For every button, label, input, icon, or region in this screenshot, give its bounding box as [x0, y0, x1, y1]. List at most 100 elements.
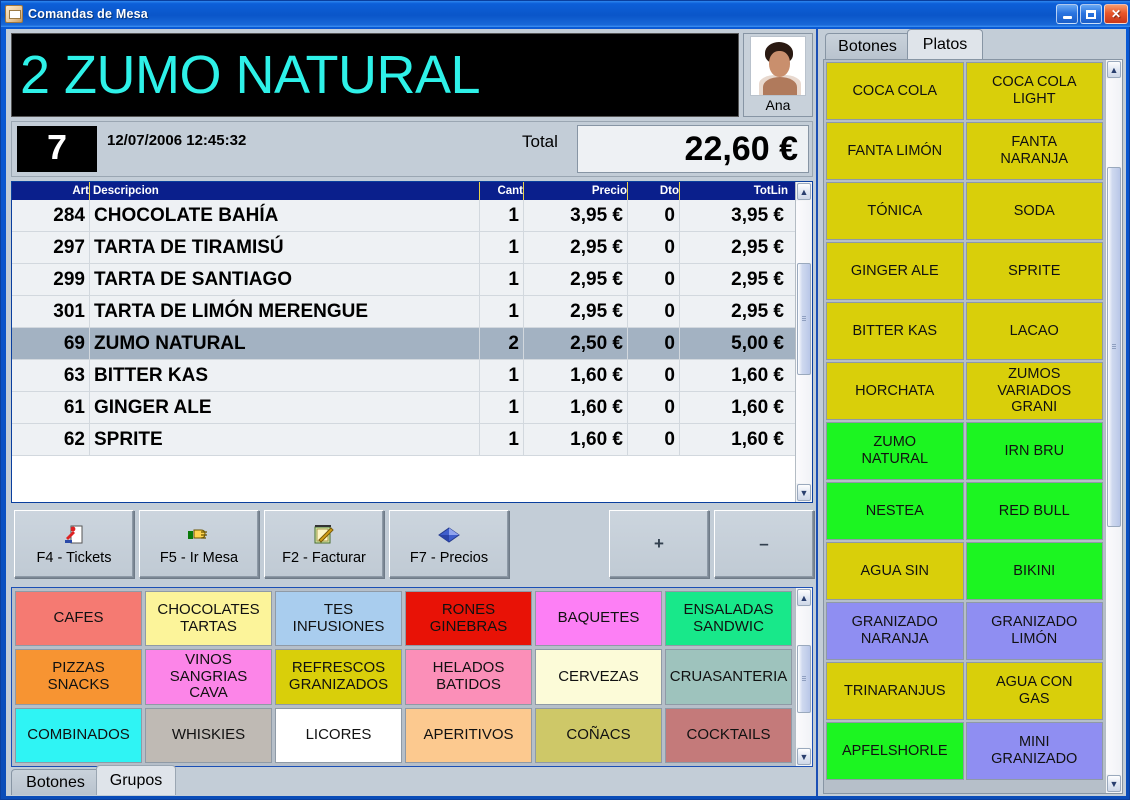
category-button[interactable]: RONES GINEBRAS [405, 591, 532, 647]
column-header-descripcion[interactable]: Descripcion [90, 182, 480, 200]
table-number-value: 7 [46, 128, 68, 170]
table-row[interactable]: 301 TARTA DE LIMÓN MERENGUE 1 2,95 €0 2,95 € [12, 296, 795, 328]
order-table-body[interactable]: 284 CHOCOLATE BAHÍA 1 3,95 €0 3,95 €297 TARTA… [12, 200, 795, 502]
product-button[interactable]: SODA [965, 182, 1103, 240]
scroll-up-icon[interactable]: ▲ [797, 183, 811, 200]
product-button[interactable]: AGUA CON GAS [965, 662, 1103, 720]
table-row[interactable]: 284 CHOCOLATE BAHÍA 1 3,95 €0 3,95 € [12, 200, 795, 232]
maximize-button[interactable] [1080, 4, 1102, 24]
scroll-up-icon[interactable]: ▲ [797, 589, 811, 606]
tab-grupos[interactable]: Grupos [96, 765, 176, 795]
product-button[interactable]: GRANIZADO LIMÓN [965, 602, 1103, 660]
column-header-precio[interactable]: Precio [524, 182, 628, 200]
table-row[interactable]: 297 TARTA DE TIRAMISÚ 1 2,95 €0 2,95 € [12, 232, 795, 264]
scroll-thumb[interactable] [1107, 167, 1121, 527]
product-button[interactable]: MINI GRANIZADO [965, 722, 1103, 780]
cell-art: 61 [12, 392, 90, 423]
product-button[interactable]: FANTA NARANJA [965, 122, 1103, 180]
category-button[interactable]: CERVEZAS [535, 649, 662, 705]
product-button[interactable]: FANTA LIMÓN [826, 122, 964, 180]
function-button-f2[interactable]: F2 - Facturar [264, 510, 384, 578]
category-button[interactable]: APERITIVOS [405, 707, 532, 763]
table-row[interactable]: 61 GINGER ALE 1 1,60 €0 1,60 € [12, 392, 795, 424]
product-button[interactable]: COCA COLA [826, 62, 964, 120]
category-button[interactable]: CAFES [15, 591, 142, 647]
product-button[interactable]: NESTEA [826, 482, 964, 540]
category-button[interactable]: WHISKIES [145, 707, 272, 763]
plus-button[interactable]: + [609, 510, 709, 578]
product-button[interactable]: SPRITE [965, 242, 1103, 300]
order-table-scrollbar[interactable]: ▲ ▼ [795, 182, 812, 502]
product-button[interactable]: GINGER ALE [826, 242, 964, 300]
scroll-up-icon[interactable]: ▲ [1107, 61, 1121, 78]
minimize-button[interactable] [1056, 4, 1078, 24]
product-tab-botones[interactable]: Botones [825, 33, 910, 59]
scroll-down-icon[interactable]: ▼ [1107, 775, 1121, 792]
cell-precio: 1,60 € [524, 424, 628, 455]
tab-botones[interactable]: Botones [11, 769, 100, 795]
category-button[interactable]: VINOS SANGRIAS CAVA [145, 649, 272, 705]
product-button[interactable]: IRN BRU [965, 422, 1103, 480]
cell-desc: TARTA DE SANTIAGO [90, 264, 480, 295]
product-button[interactable]: COCA COLA LIGHT [965, 62, 1103, 120]
scroll-track[interactable] [796, 607, 812, 747]
cell-totlin: 2,95 € [731, 236, 784, 258]
column-header-totlin[interactable]: TotLin [680, 182, 788, 200]
column-header-dto[interactable]: Dto [628, 182, 680, 200]
product-button[interactable]: TÓNICA [826, 182, 964, 240]
table-row[interactable]: 62 SPRITE 1 1,60 €0 1,60 € [12, 424, 795, 456]
cell-dto: 0 [628, 296, 680, 327]
scroll-track[interactable] [1106, 79, 1122, 774]
category-button[interactable]: COCKTAILS [665, 707, 792, 763]
scroll-down-icon[interactable]: ▼ [797, 484, 811, 501]
category-grid[interactable]: CAFES CHOCOLATES TARTAS TES INFUSIONES RONE… [12, 588, 795, 766]
operator-box[interactable]: Ana [743, 33, 813, 117]
scroll-down-icon[interactable]: ▼ [797, 748, 811, 765]
product-button[interactable]: BIKINI [965, 542, 1103, 600]
function-button-f5[interactable]: F5 - Ir Mesa [139, 510, 259, 578]
order-lines-table[interactable]: Art Descripcion Cant Precio Dto TotLin 284 CHO… [11, 181, 813, 503]
table-row[interactable]: 69 ZUMO NATURAL 2 2,50 €0 5,00 € [12, 328, 795, 360]
product-button[interactable]: APFELSHORLE [826, 722, 964, 780]
product-button[interactable]: HORCHATA [826, 362, 964, 420]
category-button[interactable]: REFRESCOS GRANIZADOS [275, 649, 402, 705]
close-button[interactable]: ✕ [1104, 4, 1128, 24]
cell-desc: SPRITE [90, 424, 480, 455]
category-button[interactable]: PIZZAS SNACKS [15, 649, 142, 705]
product-button[interactable]: TRINARANJUS [826, 662, 964, 720]
product-button[interactable]: GRANIZADO NARANJA [826, 602, 964, 660]
cell-desc: CHOCOLATE BAHÍA [90, 200, 480, 231]
function-button-f7[interactable]: F7 - Precios [389, 510, 509, 578]
product-button[interactable]: ZUMOS VARIADOS GRANI [965, 362, 1103, 420]
product-button[interactable]: ZUMO NATURAL [826, 422, 964, 480]
scroll-thumb[interactable] [797, 263, 811, 375]
product-button[interactable]: BITTER KAS [826, 302, 964, 360]
product-scrollbar[interactable]: ▲ ▼ [1105, 60, 1122, 793]
category-button[interactable]: ENSALADAS SANDWIC [665, 591, 792, 647]
function-button-f4[interactable]: F4 - Tickets [14, 510, 134, 578]
table-row[interactable]: 63 BITTER KAS 1 1,60 €0 1,60 € [12, 360, 795, 392]
product-button[interactable]: LACAO [965, 302, 1103, 360]
category-button[interactable]: COÑACS [535, 707, 662, 763]
category-button[interactable]: LICORES [275, 707, 402, 763]
scroll-thumb[interactable] [797, 645, 811, 713]
cell-precio: 2,95 € [524, 232, 628, 263]
column-header-cant[interactable]: Cant [480, 182, 524, 200]
category-button[interactable]: BAQUETES [535, 591, 662, 647]
column-header-art[interactable]: Art [12, 182, 90, 200]
window-title: Comandas de Mesa [28, 7, 148, 21]
minus-button[interactable]: – [714, 510, 814, 578]
category-button[interactable]: CRUASANTERIA [665, 649, 792, 705]
total-amount-value: 22,60 € [684, 129, 798, 168]
category-button[interactable]: COMBINADOS [15, 707, 142, 763]
scroll-track[interactable] [796, 201, 812, 483]
category-button[interactable]: CHOCOLATES TARTAS [145, 591, 272, 647]
table-row[interactable]: 299 TARTA DE SANTIAGO 1 2,95 €0 2,95 € [12, 264, 795, 296]
category-scrollbar[interactable]: ▲ ▼ [795, 588, 812, 766]
category-button[interactable]: HELADOS BATIDOS [405, 649, 532, 705]
product-tab-platos[interactable]: Platos [907, 29, 983, 59]
product-button[interactable]: AGUA SIN [826, 542, 964, 600]
product-grid[interactable]: COCA COLA COCA COLA LIGHT FANTA LIMÓN FANTA… [824, 60, 1105, 793]
product-button[interactable]: RED BULL [965, 482, 1103, 540]
category-button[interactable]: TES INFUSIONES [275, 591, 402, 647]
